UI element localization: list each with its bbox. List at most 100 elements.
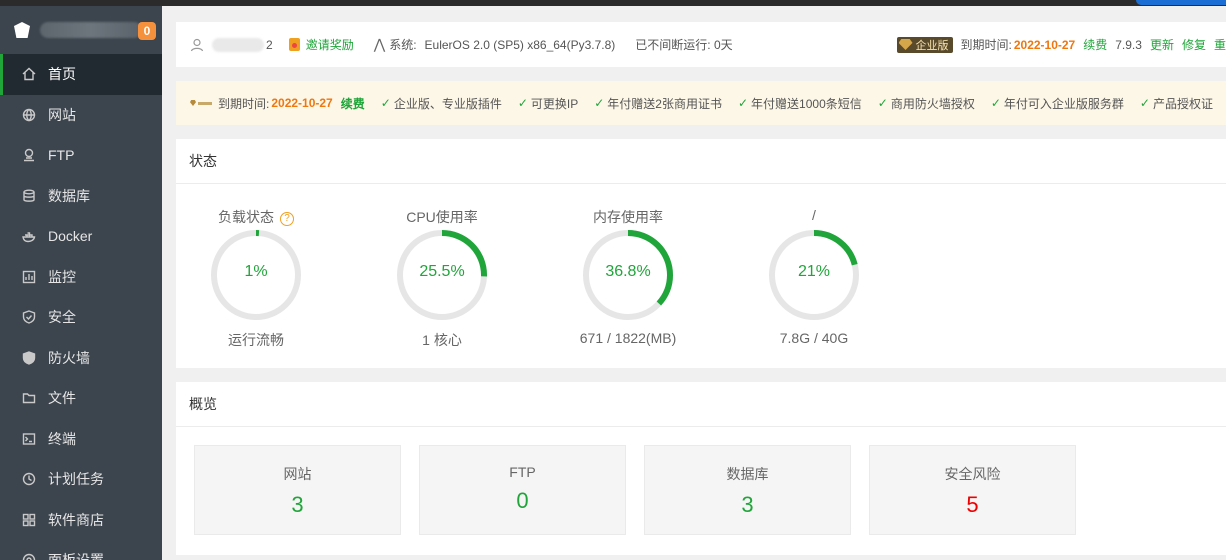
help-icon[interactable]: ? [280,212,294,226]
gauge-sub: 1 核心 [422,332,462,348]
sidebar-item-home[interactable]: 首页 [0,54,162,95]
gauge-sub: 671 / 1822(MB) [579,330,677,346]
card-label: 数据库 [726,466,769,482]
ftp-icon [22,148,36,162]
sidebar-item-firewall[interactable]: 防火墙 [0,338,162,379]
top-corner-button[interactable] [1136,0,1226,5]
card-value[interactable]: 0 [420,488,625,514]
check-icon: ✓ [737,96,749,110]
overview-cards: 网站 3 FTP 0 数据库 3 安全风险 5 [176,427,1226,555]
renew-link[interactable]: 续费 [1083,36,1107,53]
promo-feature-label: 可更换IP [530,96,579,111]
sidebar-item-settings[interactable]: 面板设置 [0,540,162,560]
sidebar-item-label: 面板设置 [48,550,104,560]
card-value[interactable]: 3 [645,492,850,518]
sidebar-item-files[interactable]: 文件 [0,378,162,419]
gauge-title: 负载状态? [176,207,336,227]
overview-card-databases[interactable]: 数据库 3 [644,445,851,535]
restart-link[interactable]: 重 [1214,36,1226,53]
promo-feature: ✓ 商用防火墙授权 [878,95,975,112]
user-icon [190,38,204,51]
invite-reward-link[interactable]: 邀请奖励 [306,36,354,53]
memory-gauge[interactable]: 内存使用率 36.8% 671 / 1822(MB) [548,184,708,368]
overview-panel: 概览 网站 3 FTP 0 数据库 3 安全风险 5 [176,382,1226,555]
sidebar-item-app-store[interactable]: 软件商店 [0,500,162,541]
promo-feature: ✓ 年付赠送2张商用证书 [594,95,722,112]
disk-gauge[interactable]: / 21% 7.8G / 40G [734,184,894,368]
sidebar-item-label: 防火墙 [48,349,90,366]
sidebar-item-label: 安全 [48,309,76,326]
cpu-gauge[interactable]: CPU使用率 25.5% 1 核心 [362,184,522,368]
promo-feature-label: 年付可入企业版服务群 [1003,96,1124,111]
os-info: EulerOS 2.0 (SP5) x86_64(Py3.7.8) [424,37,616,52]
firewall-icon [22,351,36,365]
load-gauge[interactable]: 负载状态? 1% 运行流畅 [176,184,336,368]
sidebar-item-label: 网站 [48,106,76,123]
card-label: 安全风险 [944,466,1001,482]
server-name-redacted [40,22,142,38]
gauge-sub: 7.8G / 40G [779,330,849,346]
shield-icon [22,310,36,324]
check-icon: ✓ [517,96,528,110]
gauge-title: / [812,207,816,223]
sidebar-item-label: 软件商店 [48,511,104,528]
panel-logo-icon [14,22,30,38]
gauge-title: CPU使用率 [406,209,478,225]
sidebar-item-label: 首页 [48,66,76,83]
overview-card-security-risk[interactable]: 安全风险 5 [869,445,1076,535]
sidebar-item-websites[interactable]: 网站 [0,95,162,136]
gift-icon [288,38,300,51]
clock-icon [22,472,36,486]
uptime-text: 已不间断运行: 0天 [635,38,733,52]
card-label: 网站 [283,466,312,482]
promo-expiry-label: 到期时间: [218,96,270,111]
sidebar-item-label: Docker [48,228,93,245]
promo-feature-label: 年付赠送2张商用证书 [607,96,722,111]
settings-icon [22,553,36,560]
sidebar-item-security[interactable]: 安全 [0,297,162,338]
card-value[interactable]: 5 [870,492,1075,518]
system-label: 系统: [389,38,417,52]
promo-feature-label: 商用防火墙授权 [890,96,975,111]
enterprise-promo-bar: 到期时间: 2022-10-27 续费 ✓ 企业版、专业版插件 ✓ 可更换IP ✓ 年… [176,81,1226,125]
promo-feature: ✓ 产品授权证 [1140,95,1213,112]
promo-feature: ✓ 企业版、专业版插件 [381,95,502,112]
sidebar-item-monitor[interactable]: 监控 [0,257,162,298]
sidebar-item-docker[interactable]: Docker [0,216,162,257]
overview-card-ftp[interactable]: FTP 0 [419,445,626,535]
overview-card-websites[interactable]: 网站 3 [194,445,401,535]
promo-renew-link[interactable]: 续费 [341,95,365,112]
enterprise-mini-logo-icon [190,99,214,107]
promo-feature: ✓ 年付赠送1000条短信 [738,95,862,112]
overview-title: 概览 [176,382,1226,427]
enterprise-tag: 企业版 [896,36,953,53]
promo-feature-label: 企业版、专业版插件 [393,96,502,111]
sidebar-item-database[interactable]: 数据库 [0,176,162,217]
gauge-value: 25.5% [419,263,465,280]
sidebar-item-ftp[interactable]: FTP [0,135,162,176]
monitor-icon [22,270,36,284]
gauge-value: 21% [797,263,831,280]
enterprise-tag-label: 企业版 [915,39,949,52]
panel-version: 7.9.3 [1115,37,1142,52]
notification-badge[interactable]: 0 [138,22,156,40]
diamond-icon [898,39,913,50]
gauge-value: 36.8% [605,263,651,280]
terminal-icon [22,432,36,446]
repair-link[interactable]: 修复 [1182,36,1206,53]
sidebar-item-label: FTP [48,147,75,164]
sidebar-item-cron[interactable]: 计划任务 [0,459,162,500]
promo-feature-label: 年付赠送1000条短信 [751,96,862,111]
check-icon: ✓ [1139,96,1150,110]
status-panel: 状态 负载状态? 1% 运行流畅 CPU使用率 25.5% 1 核心 内存使用率… [176,139,1226,368]
card-value[interactable]: 3 [195,492,400,518]
update-link[interactable]: 更新 [1150,36,1174,53]
username-suffix: 2 [266,37,273,52]
gauge-value: 1% [244,263,268,280]
sidebar-item-label: 监控 [48,268,76,285]
username-redacted [212,37,264,52]
sidebar-item-terminal[interactable]: 终端 [0,419,162,460]
check-icon: ✓ [594,96,605,110]
docker-icon [22,229,36,243]
sidebar-item-label: 文件 [48,390,76,407]
